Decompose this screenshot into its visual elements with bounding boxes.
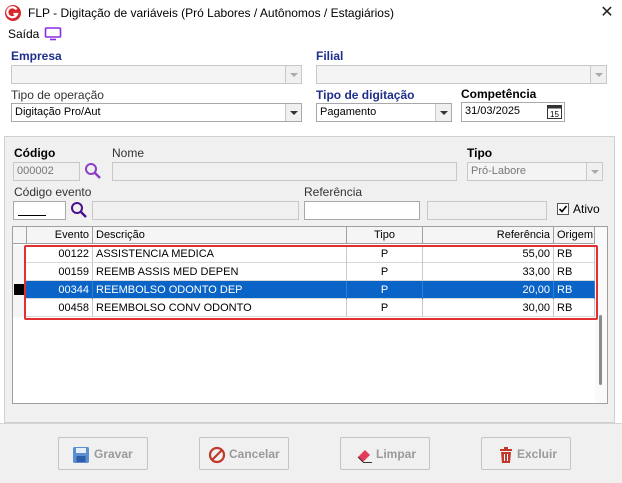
- text-cursor: [18, 215, 46, 216]
- cell-tipo: P: [347, 299, 423, 317]
- cancel-icon: [208, 446, 226, 464]
- row-indicator[interactable]: [13, 263, 26, 281]
- codigo-field[interactable]: 000002: [13, 162, 80, 181]
- referencia-label: Referência: [304, 185, 363, 199]
- row-indicator[interactable]: [13, 299, 26, 317]
- grid-scrollbar[interactable]: [595, 227, 607, 403]
- svg-text:15: 15: [550, 110, 559, 119]
- nome-field[interactable]: [112, 162, 457, 181]
- window-title: FLP - Digitação de variáveis (Pró Labore…: [28, 6, 394, 20]
- eraser-icon: [357, 450, 372, 463]
- table-row[interactable]: 00159 REEMB ASSIS MED DEPEN P 33,00 RB: [13, 263, 595, 281]
- header-origem[interactable]: Origem: [554, 227, 595, 244]
- empresa-label: Empresa: [11, 49, 62, 63]
- nome-label: Nome: [112, 146, 145, 160]
- tipo-digitacao-select[interactable]: Pagamento: [316, 103, 452, 122]
- cell-descricao: ASSISTENCIA MEDICA: [93, 245, 347, 263]
- save-icon: [73, 447, 89, 463]
- codigo-evento-field[interactable]: [13, 201, 66, 220]
- competencia-field[interactable]: 31/03/2025 15: [461, 102, 565, 122]
- referencia-extra-field: [427, 201, 547, 220]
- filial-select[interactable]: [316, 65, 607, 84]
- empresa-select[interactable]: [11, 65, 302, 84]
- cell-origem: RB: [554, 245, 595, 263]
- tipo-operacao-label: Tipo de operação: [11, 88, 104, 102]
- chevron-down-icon: [435, 104, 451, 121]
- evento-descricao-field: [92, 201, 299, 220]
- cell-origem: RB: [554, 299, 595, 317]
- tipo-select[interactable]: Pró-Labore: [467, 162, 603, 181]
- cell-evento: 00458: [27, 299, 93, 317]
- scrollbar-thumb[interactable]: [599, 315, 602, 385]
- close-icon[interactable]: ✕: [596, 2, 618, 24]
- table-row[interactable]: 00122 ASSISTENCIA MEDICA P 55,00 RB: [13, 245, 595, 263]
- row-indicator[interactable]: [13, 245, 26, 263]
- cell-evento: 00344: [27, 281, 93, 299]
- events-grid: Evento Descrição Tipo Referência Origem …: [12, 226, 608, 404]
- cell-referencia: 20,00: [423, 281, 554, 299]
- cell-origem: RB: [554, 263, 595, 281]
- cancelar-button[interactable]: Cancelar: [199, 437, 289, 470]
- filial-label: Filial: [316, 49, 344, 63]
- trash-icon: [500, 447, 512, 463]
- search-icon[interactable]: [70, 201, 88, 219]
- header-tipo[interactable]: Tipo: [347, 227, 423, 244]
- cell-origem: RB: [554, 281, 595, 299]
- gravar-button[interactable]: Gravar: [58, 437, 148, 470]
- cell-tipo: P: [347, 263, 423, 281]
- grid-header: Evento Descrição Tipo Referência Origem: [13, 227, 595, 244]
- codigo-evento-label: Código evento: [14, 185, 92, 199]
- check-icon: [558, 205, 568, 213]
- chevron-down-icon: [586, 163, 602, 180]
- menu-saida[interactable]: Saída: [8, 27, 39, 41]
- cell-referencia: 33,00: [423, 263, 554, 281]
- cell-evento: 00122: [27, 245, 93, 263]
- monitor-icon[interactable]: [44, 27, 62, 41]
- tipo-label: Tipo: [467, 146, 493, 160]
- calendar-icon[interactable]: 15: [547, 105, 562, 119]
- cell-descricao: REEMBOLSO CONV ODONTO: [93, 299, 347, 317]
- chevron-down-icon: [285, 104, 301, 121]
- referencia-field[interactable]: [304, 201, 420, 220]
- excluir-button[interactable]: Excluir: [481, 437, 571, 470]
- cell-descricao: REEMBOLSO ODONTO DEP: [93, 281, 347, 299]
- header-indicator: [13, 227, 27, 244]
- limpar-button[interactable]: Limpar: [340, 437, 430, 470]
- table-row[interactable]: 00458 REEMBOLSO CONV ODONTO P 30,00 RB: [13, 299, 595, 317]
- tipo-digitacao-label: Tipo de digitação: [316, 88, 415, 102]
- competencia-label: Competência: [461, 87, 537, 101]
- ativo-label: Ativo: [573, 202, 600, 216]
- header-referencia[interactable]: Referência: [423, 227, 554, 244]
- chevron-down-icon: [285, 66, 301, 83]
- cell-tipo: P: [347, 245, 423, 263]
- header-evento[interactable]: Evento: [27, 227, 93, 244]
- header-descricao[interactable]: Descrição: [93, 227, 347, 244]
- app-logo-icon: [5, 5, 21, 21]
- table-row[interactable]: 00344 REEMBOLSO ODONTO DEP P 20,00 RB: [13, 281, 595, 299]
- cell-descricao: REEMB ASSIS MED DEPEN: [93, 263, 347, 281]
- cell-referencia: 55,00: [423, 245, 554, 263]
- ativo-checkbox[interactable]: [557, 203, 569, 215]
- cell-tipo: P: [347, 281, 423, 299]
- row-indicator[interactable]: [13, 281, 26, 299]
- cell-referencia: 30,00: [423, 299, 554, 317]
- cell-evento: 00159: [27, 263, 93, 281]
- codigo-label: Código: [14, 146, 56, 160]
- tipo-operacao-select[interactable]: Digitação Pro/Aut: [11, 103, 302, 122]
- search-icon[interactable]: [84, 162, 102, 180]
- chevron-down-icon: [590, 66, 606, 83]
